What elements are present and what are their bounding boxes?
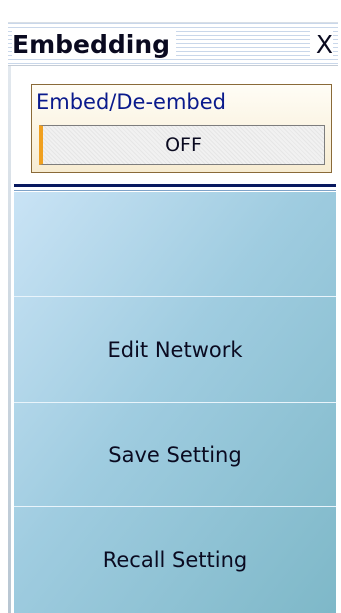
embed-deembed-value: OFF	[165, 134, 202, 156]
embedding-panel: Embedding X Embed/De-embed OFF Edit Netw…	[0, 0, 341, 613]
close-button[interactable]: X	[309, 31, 333, 59]
section-separator-highlight	[14, 190, 336, 191]
section-separator	[14, 184, 336, 187]
save-setting-button[interactable]: Save Setting	[14, 403, 336, 506]
recall-setting-button[interactable]: Recall Setting	[14, 507, 336, 613]
edit-network-button[interactable]: Edit Network	[14, 297, 336, 402]
panel-title: Embedding	[12, 31, 177, 59]
softkey-area: Edit Network Save Setting Recall Setting	[14, 192, 336, 613]
softkey-blank[interactable]	[14, 192, 336, 296]
embed-deembed-toggle[interactable]: OFF	[39, 125, 325, 165]
embed-deembed-label: Embed/De-embed	[36, 90, 227, 114]
recall-setting-label: Recall Setting	[102, 548, 248, 572]
panel-left-edge	[8, 66, 11, 613]
title-bar: Embedding X	[8, 22, 338, 66]
embed-deembed-group: Embed/De-embed OFF	[31, 84, 332, 173]
save-setting-label: Save Setting	[108, 442, 242, 467]
edit-network-label: Edit Network	[107, 337, 243, 362]
